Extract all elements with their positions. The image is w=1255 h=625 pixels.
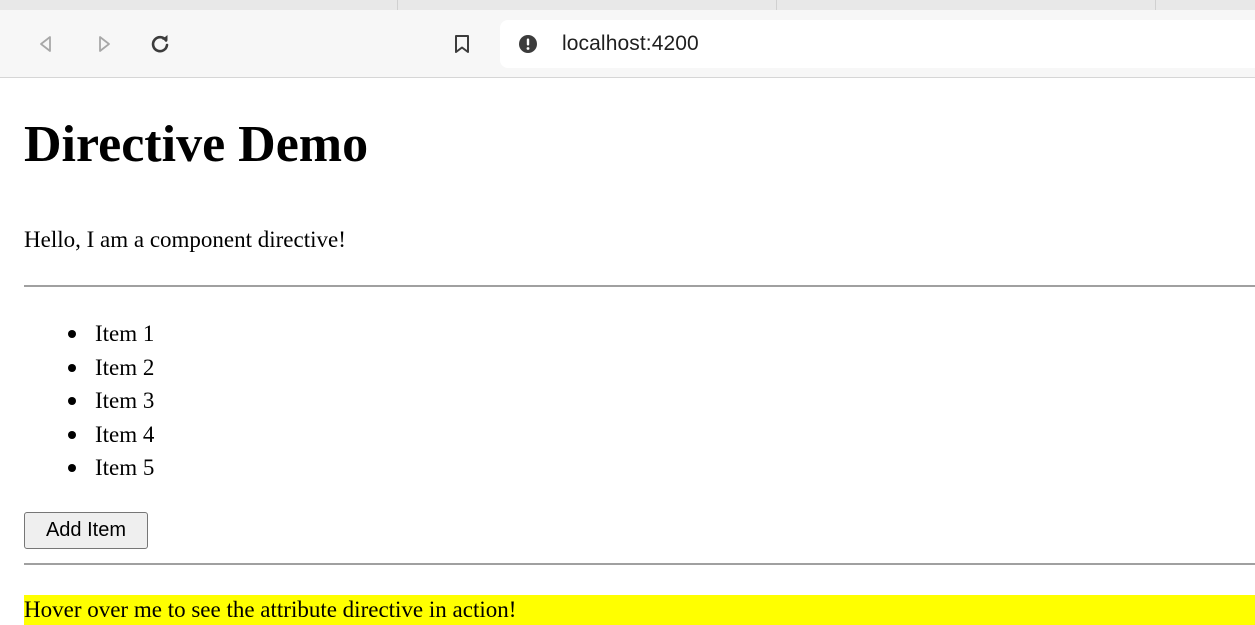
back-arrow-icon	[40, 36, 51, 52]
browser-toolbar: localhost:4200	[0, 0, 1255, 78]
bullet-icon	[68, 430, 76, 439]
list-item-label: Item 4	[95, 421, 155, 447]
reload-button[interactable]	[144, 28, 176, 60]
attribute-directive-highlight[interactable]: Hover over me to see the attribute direc…	[24, 595, 1255, 625]
tab-separator	[397, 0, 398, 10]
list-item: Item 3	[64, 384, 154, 418]
tab-separator	[776, 0, 777, 10]
divider	[24, 563, 1255, 565]
forward-button[interactable]	[88, 28, 120, 60]
list-item: Item 4	[64, 418, 154, 452]
list-item-label: Item 3	[95, 388, 155, 413]
info-icon[interactable]	[518, 34, 538, 54]
reload-icon	[151, 35, 169, 53]
add-item-button[interactable]: Add Item	[24, 512, 148, 549]
bullet-icon	[68, 330, 76, 338]
bullet-icon	[68, 464, 76, 472]
list-item: Item 1	[64, 317, 154, 351]
list-item-label: Item 1	[95, 321, 155, 346]
item-list: Item 1 Item 2 Item 3 Item 4 Item 5	[64, 317, 154, 485]
back-button[interactable]	[30, 28, 62, 60]
list-item-label: Item 2	[95, 354, 155, 380]
page-title: Directive Demo	[24, 116, 369, 173]
tab-strip	[0, 0, 1255, 10]
bullet-icon	[68, 363, 76, 372]
forward-arrow-icon	[99, 36, 110, 52]
bullet-icon	[68, 397, 76, 405]
list-item: Item 2	[64, 351, 154, 385]
page-content: Directive Demo Hello, I am a component d…	[0, 78, 1255, 625]
address-bar[interactable]: localhost:4200	[500, 20, 1255, 68]
url-text[interactable]: localhost:4200	[562, 32, 699, 56]
component-directive-text: Hello, I am a component directive!	[24, 227, 346, 252]
tab-separator	[1155, 0, 1156, 10]
bookmark-icon	[455, 35, 469, 53]
list-item-label: Item 5	[95, 455, 155, 480]
bookmark-button[interactable]	[448, 28, 476, 60]
divider	[24, 285, 1255, 287]
list-item: Item 5	[64, 451, 154, 485]
